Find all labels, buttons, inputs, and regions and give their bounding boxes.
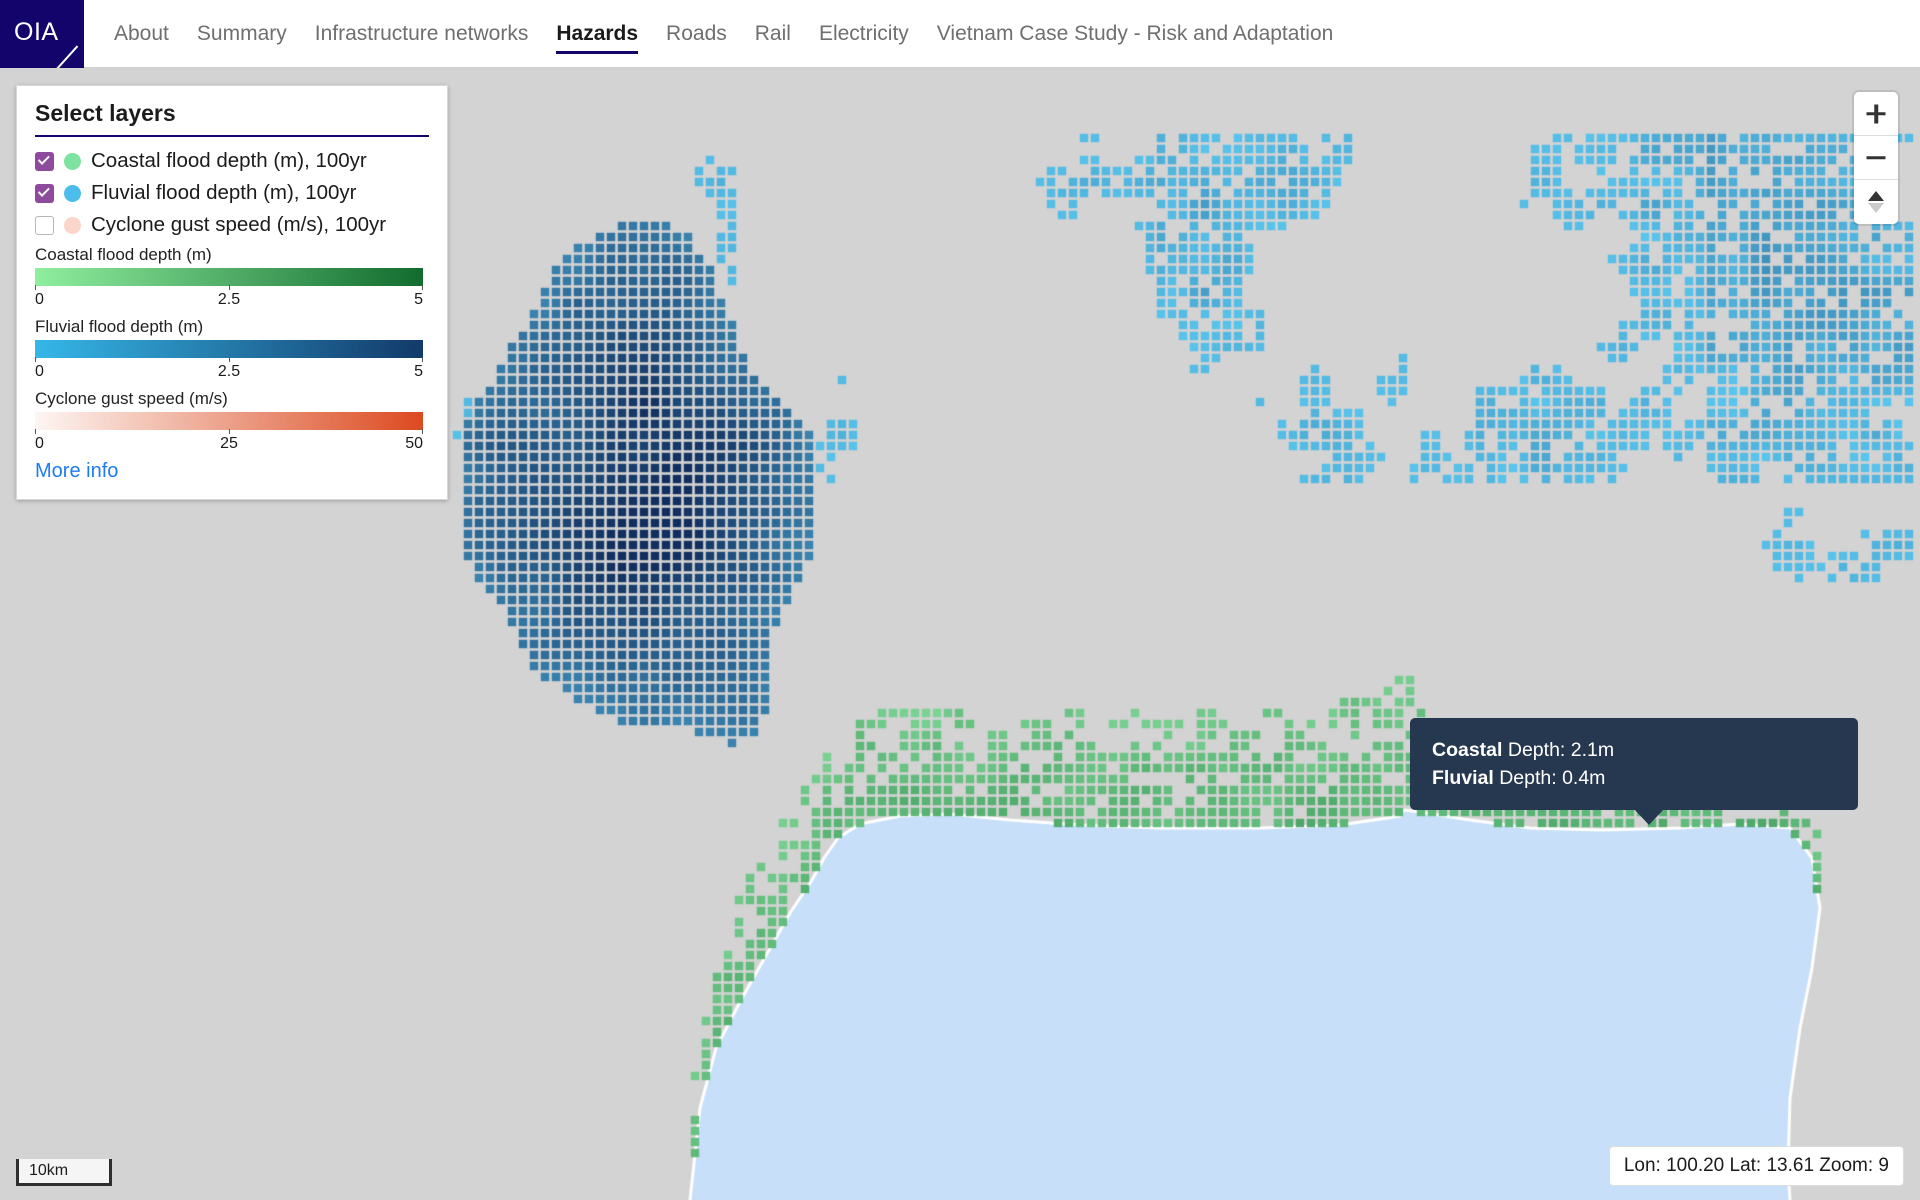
compass-icon — [1868, 191, 1884, 201]
application-root: OIA About Summary Infrastructure networks H… — [0, 0, 1920, 1200]
panel-divider — [35, 135, 429, 137]
nav-item-label: Summary — [196, 21, 287, 45]
ramp-tick-row: 0 2.5 5 — [35, 357, 423, 382]
nav-item-about[interactable]: About — [100, 0, 183, 68]
ramp-label: Fluvial flood depth (m) — [35, 317, 204, 336]
ramp-gradient-bar — [35, 412, 423, 430]
tooltip-row-value: Depth: 0.4m — [1499, 767, 1606, 789]
map-controls — [1854, 92, 1898, 224]
layer-checkbox[interactable] — [35, 183, 54, 203]
ramp-label: Cyclone gust speed (m/s) — [35, 389, 228, 408]
map-hover-tooltip: Coastal Depth: 2.1m Fluvial Depth: 0.4m — [1410, 718, 1858, 825]
ramp-tick-label: 5 — [414, 291, 423, 308]
coordinate-readout: Lon: 100.20 Lat: 13.61 Zoom: 9 — [1608, 1146, 1904, 1186]
nav-item-label: Rail — [754, 21, 791, 45]
layer-checkbox[interactable] — [35, 215, 54, 235]
ramp-gradient-bar — [35, 268, 423, 286]
tooltip-row: Coastal Depth: 2.1m — [1432, 736, 1836, 764]
nav-item-infrastructure-networks[interactable]: Infrastructure networks — [301, 0, 543, 68]
logo-slash-icon — [42, 45, 84, 68]
layer-checkbox[interactable] — [35, 151, 54, 171]
nav-items-container: About Summary Infrastructure networks Hazar… — [84, 0, 1347, 67]
check-icon — [37, 184, 50, 197]
layer-label: Coastal flood depth (m), 100yr — [91, 149, 367, 172]
nav-item-hazards[interactable]: Hazards — [542, 0, 652, 68]
tooltip-row-name: Fluvial — [1432, 767, 1494, 789]
layer-color-dot-icon — [64, 216, 81, 234]
ramp-tick-label: 25 — [220, 435, 238, 452]
nav-item-label: Electricity — [818, 21, 909, 45]
nav-item-label: Hazards — [556, 21, 639, 45]
layer-color-dot-icon — [64, 184, 81, 202]
select-layers-panel: Select layers Coastal flood depth (m), 1… — [16, 85, 448, 500]
map-scale-bar: 10km — [16, 1159, 112, 1186]
ramp-tick-label: 0 — [35, 435, 44, 452]
ramp-tick-label: 2.5 — [217, 291, 241, 308]
layer-label: Fluvial flood depth (m), 100yr — [91, 181, 357, 204]
ramp-tick-label: 0 — [35, 363, 44, 380]
nav-item-label: Roads — [666, 21, 727, 45]
ramp-label: Coastal flood depth (m) — [35, 245, 212, 264]
nav-item-vietnam-case-study-risk-and-adaptation[interactable]: Vietnam Case Study - Risk and Adaptation — [923, 0, 1348, 68]
more-info-link[interactable]: More info — [35, 460, 118, 483]
top-navigation-bar: OIA About Summary Infrastructure networks H… — [0, 0, 1920, 68]
layer-toggle-row[interactable]: Fluvial flood depth (m), 100yr — [35, 181, 429, 205]
nav-item-electricity[interactable]: Electricity — [805, 0, 923, 68]
layer-toggle-row[interactable]: Coastal flood depth (m), 100yr — [35, 149, 429, 173]
ramp-tick-label: 50 — [405, 435, 423, 452]
layer-label: Cyclone gust speed (m/s), 100yr — [91, 213, 387, 236]
ramp-tick-label: 2.5 — [217, 363, 241, 380]
nav-item-label: Vietnam Case Study - Risk and Adaptation — [936, 21, 1334, 45]
nav-item-summary[interactable]: Summary — [183, 0, 301, 68]
ramp-gradient-bar — [35, 340, 423, 358]
ramp-tick-label: 5 — [414, 363, 423, 380]
nav-item-roads[interactable]: Roads — [652, 0, 741, 68]
layer-toggle-list: Coastal flood depth (m), 100yr Fluvial fl… — [35, 149, 429, 237]
tooltip-row-name: Coastal — [1432, 739, 1503, 761]
tooltip-row: Fluvial Depth: 0.4m — [1432, 764, 1836, 792]
layer-color-dot-icon — [64, 152, 81, 170]
nav-item-label: Infrastructure networks — [314, 21, 529, 45]
ramp-tick-row: 0 2.5 5 — [35, 285, 423, 310]
tooltip-row-value: Depth: 2.1m — [1507, 739, 1615, 761]
layer-toggle-row[interactable]: Cyclone gust speed (m/s), 100yr — [35, 213, 429, 237]
check-icon — [37, 152, 50, 165]
nav-item-label: About — [114, 21, 169, 45]
panel-title: Select layers — [35, 100, 176, 126]
ramp-tick-row: 0 25 50 — [35, 429, 423, 454]
logo-text: OIA — [14, 18, 59, 46]
ramp-tick-label: 0 — [35, 291, 44, 308]
zoom-out-button[interactable] — [1854, 136, 1898, 180]
zoom-in-button[interactable] — [1854, 92, 1898, 136]
nav-item-rail[interactable]: Rail — [741, 0, 805, 68]
compass-button[interactable] — [1854, 180, 1898, 224]
color-ramp-list: Coastal flood depth (m) 0 2.5 5 Fluvial floo… — [35, 245, 429, 454]
oia-logo[interactable]: OIA — [0, 0, 84, 68]
minus-icon — [1866, 155, 1886, 160]
